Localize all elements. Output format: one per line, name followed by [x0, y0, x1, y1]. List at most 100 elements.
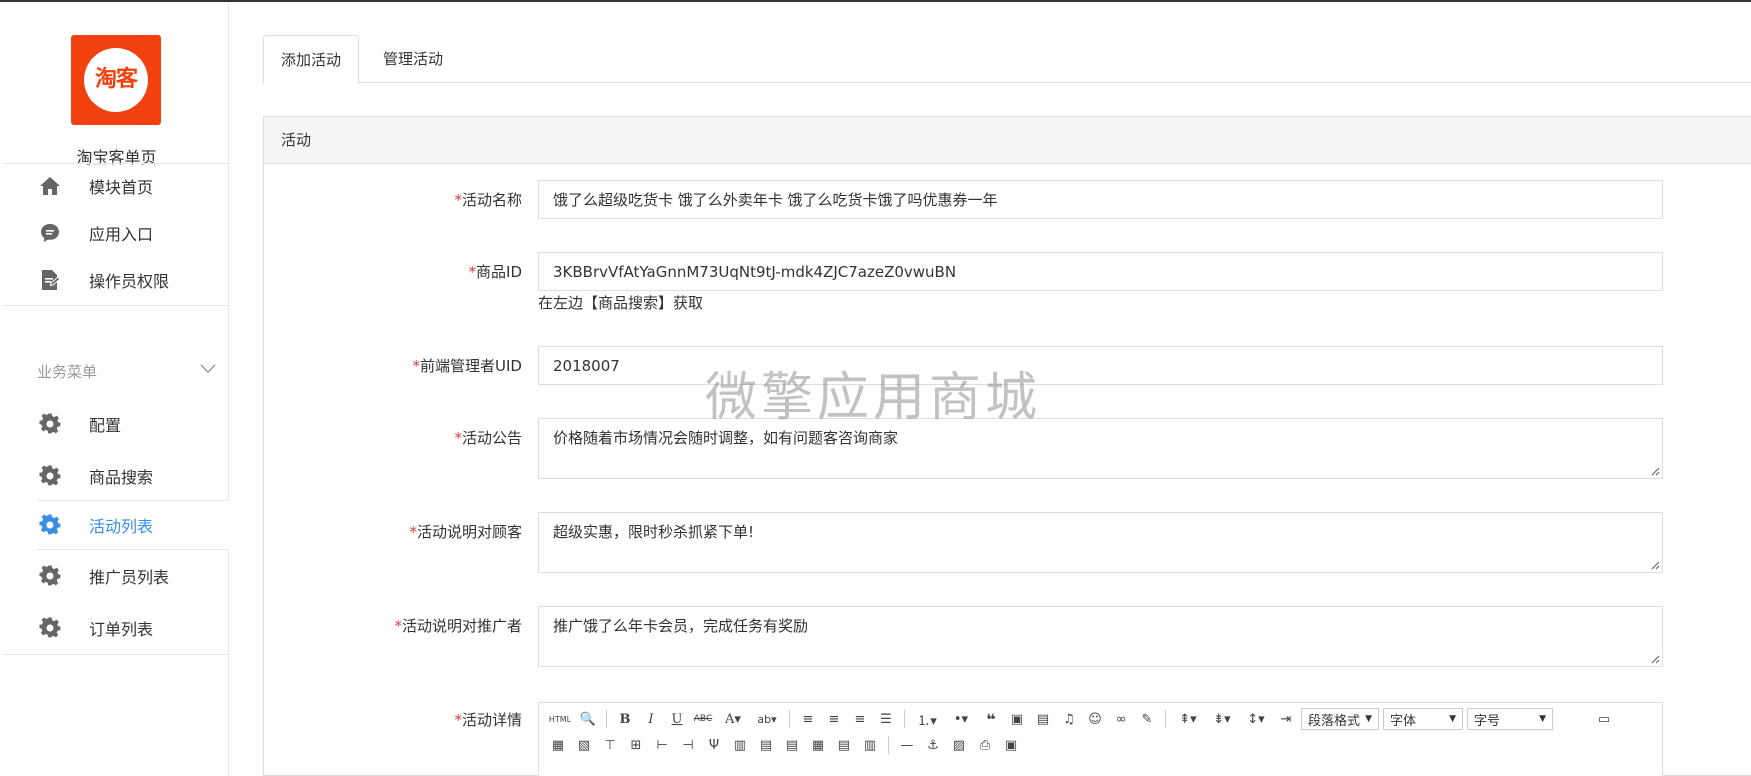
anchor-icon[interactable]: ⚓ [922, 734, 944, 756]
split-cells-icon[interactable]: ▦ [807, 734, 829, 756]
field-label-name: *活动名称 [454, 191, 522, 209]
chevron-down-icon [200, 362, 216, 378]
music-icon[interactable]: ♫ [1058, 708, 1080, 730]
line-height-icon[interactable]: ↕▾ [1241, 708, 1271, 730]
resize-handle-icon[interactable] [1650, 654, 1660, 664]
field-label-desc-promoter: *活动说明对推广者 [394, 617, 522, 635]
watermark: 微擎应用商城 [705, 368, 1042, 428]
gear-icon [38, 564, 62, 588]
fullscreen-icon[interactable]: ▭ [1593, 708, 1615, 730]
delete-col-icon[interactable]: Ψ [703, 734, 725, 756]
page-break-icon[interactable]: ▨ [948, 734, 970, 756]
split-cols-icon[interactable]: ▥ [859, 734, 881, 756]
sidebar-item-label: 商品搜索 [89, 468, 154, 487]
goods-id-help: 在左边【商品搜索】获取 [538, 294, 704, 312]
desc-customer-textarea[interactable]: 超级实惠，限时秒杀抓紧下单! [538, 512, 1663, 573]
divider [1165, 710, 1166, 728]
resize-handle-icon[interactable] [1650, 466, 1660, 476]
paragraph-format-select[interactable]: 段落格式 ▼ [1301, 708, 1379, 730]
field-label-goods-id: *商品ID [468, 263, 522, 281]
resize-handle-icon[interactable] [1650, 560, 1660, 570]
desc-customer-text: 超级实惠，限时秒杀抓紧下单! [553, 523, 755, 541]
insert-row-icon[interactable]: ⊞ [625, 734, 647, 756]
group-label: 业务菜单 [37, 363, 98, 381]
split-rows-icon[interactable]: ▤ [833, 734, 855, 756]
underline-icon[interactable]: U [666, 708, 688, 730]
field-label-desc-customer: *活动说明对顾客 [409, 523, 522, 541]
insert-col-icon[interactable]: ⊢ [651, 734, 673, 756]
horizontal-rule-icon[interactable]: — [896, 734, 918, 756]
sidebar-item-label: 应用入口 [89, 225, 154, 244]
tab-manage-activity[interactable]: 管理活动 [366, 35, 460, 83]
merge-right-icon[interactable]: ▤ [755, 734, 777, 756]
sidebar-item-label: 模块首页 [89, 178, 154, 197]
video-icon[interactable]: ▤ [1032, 708, 1054, 730]
emotion-icon[interactable]: ☺ [1084, 708, 1106, 730]
align-center-icon[interactable]: ≡ [823, 708, 845, 730]
sidebar-item-module-home[interactable]: 模块首页 [4, 164, 229, 208]
sidebar-item-goods-search[interactable]: 商品搜索 [4, 454, 229, 498]
editor-toolbar-row-1: HTML 🔍 B I U ABC A▾ ab▾ ≡ ≡ ≡ ☰ ⒈▾ •▾ ❝ … [547, 706, 1615, 732]
gear-icon [38, 464, 62, 488]
delete-row-icon[interactable]: ⊣ [677, 734, 699, 756]
divider [904, 710, 905, 728]
sidebar: 淘客 淘宝客单页 模块首页 应用入口 操作员权限 业务菜单 配置 商品搜索 活动… [4, 2, 229, 776]
strikethrough-icon[interactable]: ABC [692, 708, 714, 730]
align-right-icon[interactable]: ≡ [849, 708, 871, 730]
sidebar-item-label: 活动列表 [89, 517, 154, 536]
sidebar-item-label: 操作员权限 [89, 272, 170, 291]
top-border [0, 0, 1751, 2]
paste-icon[interactable]: ▣ [1000, 734, 1022, 756]
image-icon[interactable]: ▣ [1006, 708, 1028, 730]
sidebar-group-business-menu[interactable]: 业务菜单 [4, 352, 229, 390]
merge-cells-icon[interactable]: ▥ [729, 734, 751, 756]
font-family-select[interactable]: 字体 ▼ [1383, 708, 1463, 730]
sidebar-item-label: 推广员列表 [89, 568, 170, 587]
bold-icon[interactable]: B [614, 708, 636, 730]
italic-icon[interactable]: I [640, 708, 662, 730]
indent-icon[interactable]: ⇥ [1275, 708, 1297, 730]
sidebar-item-config[interactable]: 配置 [4, 402, 229, 446]
insert-table-icon[interactable]: ▦ [547, 734, 569, 756]
print-icon[interactable]: ⎙ [974, 734, 996, 756]
activity-name-input[interactable]: 饿了么超级吃货卡 饿了么外卖年卡 饿了么吃货卡饿了吗优惠券一年 [538, 180, 1663, 219]
tab-bar: 添加活动 管理活动 [263, 35, 1751, 84]
delete-table-icon[interactable]: ▧ [573, 734, 595, 756]
link-icon[interactable]: ∞ [1110, 708, 1132, 730]
goods-id-input[interactable]: 3KBBrvVfAtYaGnnM73UqNt9tJ-mdk4ZJC7azeZ0v… [538, 252, 1663, 291]
insert-caption-icon[interactable]: ⊤ [599, 734, 621, 756]
font-size-select[interactable]: 字号 ▼ [1467, 708, 1553, 730]
chat-icon [38, 221, 62, 245]
align-left-icon[interactable]: ≡ [797, 708, 819, 730]
logo-text: 淘客 [84, 48, 148, 112]
home-icon [38, 174, 62, 198]
row-spacing-bottom-icon[interactable]: ⇟▾ [1207, 708, 1237, 730]
document-edit-icon [38, 268, 62, 292]
sidebar-item-label: 配置 [89, 416, 122, 435]
unordered-list-icon[interactable]: •▾ [946, 708, 976, 730]
gear-icon [38, 513, 62, 537]
sidebar-item-operator-permissions[interactable]: 操作员权限 [4, 258, 229, 302]
blockquote-icon[interactable]: ❝ [980, 708, 1002, 730]
ordered-list-icon[interactable]: ⒈▾ [912, 708, 942, 730]
row-spacing-top-icon[interactable]: ⇞▾ [1173, 708, 1203, 730]
preview-icon[interactable]: 🔍 [577, 708, 599, 730]
sidebar-item-app-entry[interactable]: 应用入口 [4, 211, 229, 255]
gear-icon [38, 412, 62, 436]
font-color-icon[interactable]: A▾ [718, 708, 748, 730]
tab-add-activity[interactable]: 添加活动 [263, 35, 360, 84]
html-source-button[interactable]: HTML [547, 708, 573, 730]
rich-text-editor[interactable]: HTML 🔍 B I U ABC A▾ ab▾ ≡ ≡ ≡ ☰ ⒈▾ •▾ ❝ … [538, 702, 1663, 776]
editor-toolbar-row-2: ▦ ▧ ⊤ ⊞ ⊢ ⊣ Ψ ▥ ▤ ▤ ▦ ▤ ▥ — ⚓ ▨ ⎙ ▣ [547, 732, 1022, 758]
sidebar-item-order-list[interactable]: 订单列表 [4, 606, 229, 650]
eraser-icon[interactable]: ✎ [1136, 708, 1158, 730]
desc-promoter-textarea[interactable]: 推广饿了么年卡会员，完成任务有奖励 [538, 606, 1663, 667]
highlight-icon[interactable]: ab▾ [752, 708, 782, 730]
merge-down-icon[interactable]: ▤ [781, 734, 803, 756]
divider [606, 710, 607, 728]
align-justify-icon[interactable]: ☰ [875, 708, 897, 730]
sidebar-item-activity-list[interactable]: 活动列表 [4, 503, 229, 547]
field-label-notice: *活动公告 [454, 429, 522, 447]
sidebar-item-promoter-list[interactable]: 推广员列表 [4, 554, 229, 598]
gear-icon [38, 616, 62, 640]
